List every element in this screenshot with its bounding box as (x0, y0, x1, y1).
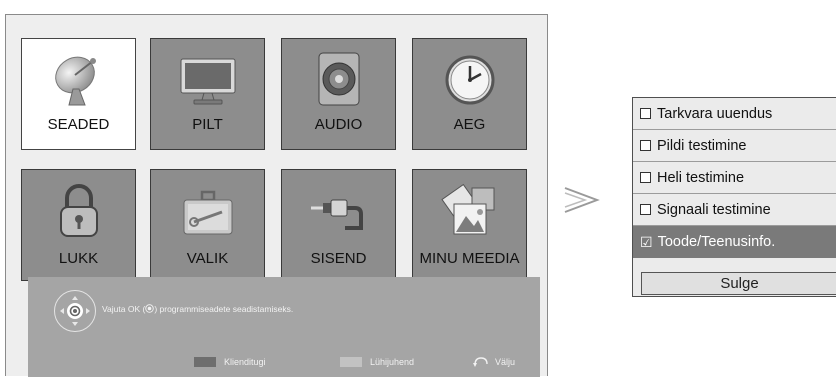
close-button[interactable]: Sulge (641, 272, 836, 295)
clock-icon (445, 55, 494, 105)
tile-label: AUDIO (314, 116, 363, 133)
tile-valik[interactable]: VALIK (150, 169, 265, 281)
menu-item-toode-teenusinfo[interactable]: ☑ Toode/Teenusinfo. (633, 226, 836, 258)
menu-item-label: Toode/Teenusinfo. (657, 234, 776, 250)
toolbox-icon (183, 190, 232, 235)
help-bar: Vajuta OK () programmiseadete seadistami… (28, 277, 540, 377)
tile-label: SEADED (47, 116, 110, 133)
media-frames-icon (440, 183, 494, 235)
tile-sisend[interactable]: SISEND (281, 169, 396, 281)
tile-label: AEG (453, 116, 486, 133)
back-arrow-icon (473, 357, 488, 367)
menu-item-signaali-testimine[interactable]: Signaali testimine (633, 194, 836, 226)
checkbox-icon (640, 140, 651, 151)
menu-item-tarkvara-uuendus[interactable]: Tarkvara uuendus (633, 98, 836, 130)
tile-label: MINU MEEDIA (419, 250, 520, 267)
help-instruction: Vajuta OK () programmiseadete seadistami… (102, 304, 294, 314)
luhijuhend-color-key (340, 357, 362, 367)
tile-label: LUKK (58, 250, 99, 267)
tile-audio[interactable]: AUDIO (281, 38, 396, 150)
speaker-icon (318, 52, 359, 106)
checkbox-icon (640, 204, 651, 215)
legend-valju[interactable]: Välju (495, 357, 515, 367)
legend-klienditugi[interactable]: Klienditugi (224, 357, 266, 367)
klienditugi-color-key (194, 357, 216, 367)
ok-button-icon (145, 304, 155, 313)
checked-checkbox-icon: ☑ (640, 234, 653, 250)
tile-label: PILT (192, 116, 223, 133)
tile-pilt[interactable]: PILT (150, 38, 265, 150)
chevron-right-icon (564, 187, 600, 213)
menu-item-label: Heli testimine (657, 169, 745, 186)
menu-item-pildi-testimine[interactable]: Pildi testimine (633, 130, 836, 162)
satellite-dish-icon (54, 56, 96, 106)
padlock-icon (59, 184, 98, 237)
cable-plug-icon (310, 199, 363, 230)
menu-item-label: Signaali testimine (657, 201, 771, 218)
tile-aeg[interactable]: AEG (412, 38, 527, 150)
checkbox-icon (640, 108, 651, 119)
tile-minu-meedia[interactable]: MINU MEEDIA (412, 169, 527, 281)
menu-item-label: Tarkvara uuendus (657, 105, 773, 122)
tile-label: VALIK (186, 250, 229, 267)
tile-seaded[interactable]: SEADED (21, 38, 136, 150)
legend-luhijuhend[interactable]: Lühijuhend (370, 357, 414, 367)
support-menu: Tarkvara uuendus Pildi testimine Heli te… (632, 97, 836, 297)
menu-item-label: Pildi testimine (657, 137, 747, 154)
tile-label: SISEND (310, 250, 367, 267)
tv-monitor-icon (180, 58, 235, 105)
navigation-ring-icon (54, 290, 96, 332)
tile-lukk[interactable]: LUKK (21, 169, 136, 281)
menu-item-heli-testimine[interactable]: Heli testimine (633, 162, 836, 194)
checkbox-icon (640, 172, 651, 183)
home-menu-panel: SEADED PILT AUDIO AEG LUKK VALIK SISEND … (5, 14, 548, 377)
